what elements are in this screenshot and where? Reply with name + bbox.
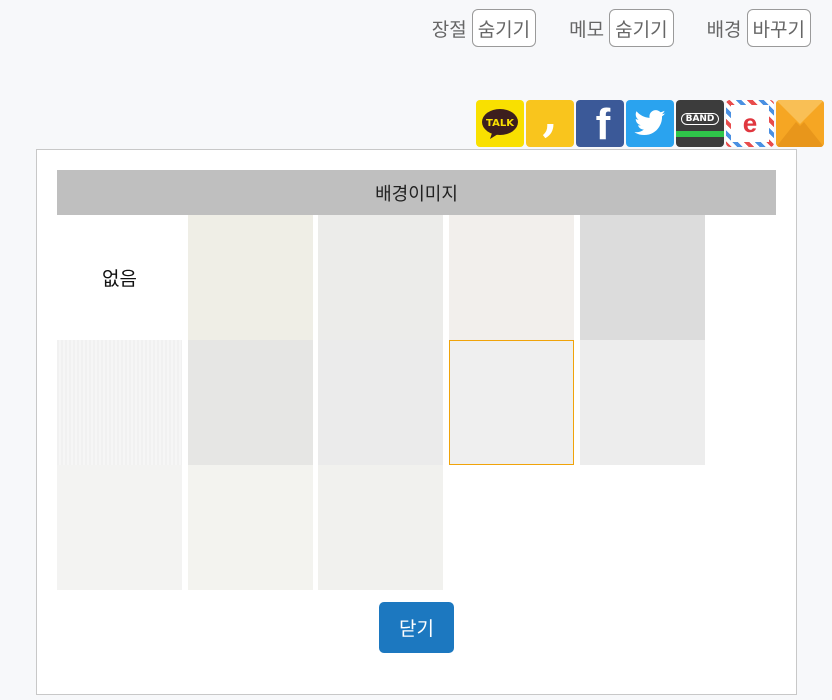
- memo-toggle-group: 메모 숨기기: [569, 9, 674, 47]
- background-texture-9[interactable]: [580, 340, 705, 465]
- background-texture-11[interactable]: [188, 465, 313, 590]
- chapter-hide-button[interactable]: 숨기기: [471, 9, 537, 47]
- background-image-dialog: 배경이미지 없음 닫기: [36, 149, 797, 695]
- email-share-button[interactable]: e: [726, 100, 774, 147]
- twitter-share-button[interactable]: [626, 100, 674, 147]
- email-e-icon: e: [731, 105, 769, 142]
- facebook-share-button[interactable]: f: [576, 100, 624, 147]
- background-none-option[interactable]: 없음: [57, 215, 182, 340]
- background-texture-12[interactable]: [318, 465, 443, 590]
- close-button[interactable]: 닫기: [379, 602, 454, 653]
- dialog-title: 배경이미지: [57, 170, 776, 215]
- background-texture-7[interactable]: [318, 340, 443, 465]
- kakaostory-icon: ,: [542, 100, 558, 142]
- background-texture-3[interactable]: [449, 215, 574, 340]
- background-texture-2[interactable]: [318, 215, 443, 340]
- band-icon: BAND: [680, 112, 720, 125]
- share-bar: TALK , f BAND e: [476, 100, 824, 147]
- view-toolbar: 장절 숨기기 메모 숨기기 배경 바꾸기: [432, 8, 811, 48]
- kakaostory-share-button[interactable]: ,: [526, 100, 574, 147]
- band-stripe: [676, 131, 724, 137]
- chapter-label: 장절: [431, 18, 467, 41]
- mail-envelope-icon: [776, 100, 824, 147]
- facebook-icon: f: [595, 100, 611, 147]
- kakaotalk-text: TALK: [486, 118, 515, 129]
- background-texture-10[interactable]: [57, 465, 182, 590]
- kakaotalk-share-button[interactable]: TALK: [476, 100, 524, 147]
- background-texture-1[interactable]: [188, 215, 313, 340]
- background-label: 배경: [706, 18, 742, 41]
- chapter-toggle-group: 장절 숨기기: [431, 9, 537, 47]
- background-toggle-group: 배경 바꾸기: [707, 9, 811, 47]
- background-change-button[interactable]: 바꾸기: [746, 9, 811, 47]
- mail-share-button[interactable]: [776, 100, 824, 147]
- background-texture-6[interactable]: [188, 340, 313, 465]
- background-texture-4[interactable]: [580, 215, 705, 340]
- memo-label: 메모: [569, 18, 605, 41]
- background-texture-5[interactable]: [57, 340, 182, 465]
- kakaotalk-icon: TALK: [482, 108, 518, 139]
- background-texture-8-selected[interactable]: [449, 340, 574, 465]
- memo-hide-button[interactable]: 숨기기: [609, 9, 674, 47]
- twitter-icon: [634, 109, 666, 135]
- band-share-button[interactable]: BAND: [676, 100, 724, 147]
